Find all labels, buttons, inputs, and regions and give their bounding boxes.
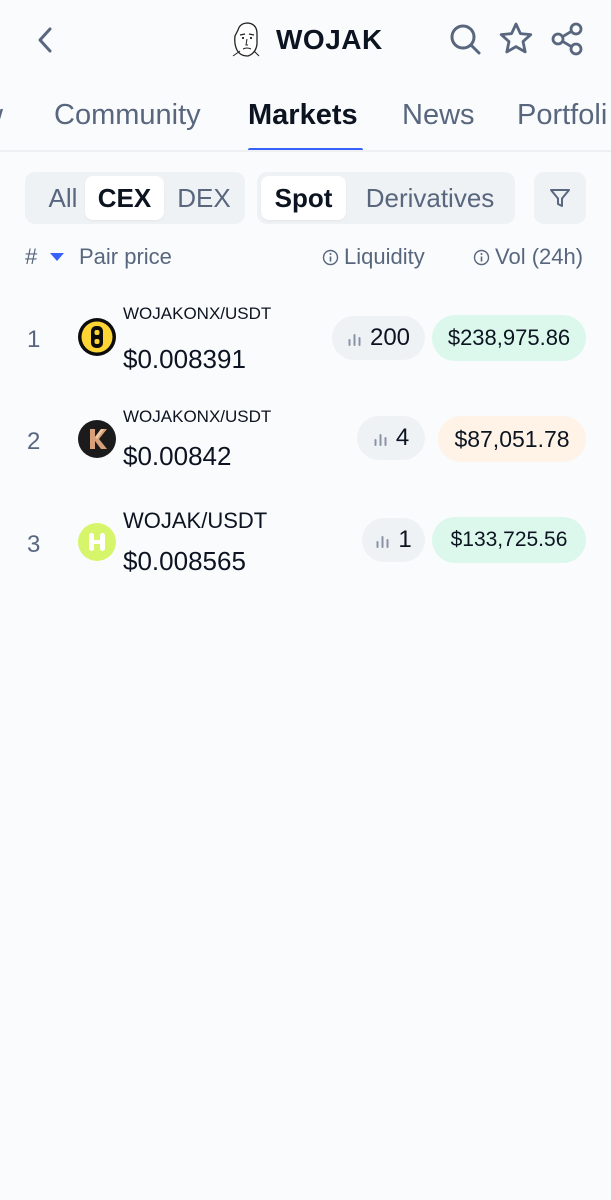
- exchange-k-icon: [78, 420, 116, 458]
- filter-derivatives-button[interactable]: Derivatives: [353, 176, 507, 220]
- liquidity-header-label: Liquidity: [344, 244, 425, 269]
- coin-title: WOJAK: [276, 24, 383, 55]
- row-rank: 3: [27, 531, 41, 558]
- section-tabs: w Community Markets News Portfoli: [0, 82, 611, 152]
- liquidity-column-header[interactable]: Liquidity: [322, 242, 425, 272]
- tab-markets[interactable]: Markets: [248, 99, 358, 132]
- active-tab-indicator: [248, 148, 363, 150]
- market-row-3[interactable]: 3 WOJAK/USDT $0.008565 1 $133,725.56: [0, 494, 611, 590]
- pair-name[interactable]: WOJAKONX/USDT: [123, 407, 271, 427]
- pair-price: $0.00842: [123, 441, 232, 471]
- liquidity-score: 200: [369, 324, 411, 351]
- info-icon[interactable]: [322, 249, 339, 266]
- exchange-bitunix-icon: [78, 318, 116, 356]
- chevron-left-icon: [38, 27, 52, 53]
- liquidity-score: 4: [395, 424, 410, 451]
- top-app-bar: WOJAK: [0, 0, 611, 80]
- pair-price: $0.008391: [123, 344, 246, 374]
- pair-name[interactable]: WOJAK/USDT: [123, 508, 267, 534]
- search-button[interactable]: [446, 20, 484, 58]
- bar-chart-icon: [374, 433, 387, 446]
- filter-all-button[interactable]: All: [33, 176, 93, 220]
- tab-portfolio[interactable]: Portfoli: [517, 99, 607, 132]
- rank-header-label: #: [25, 244, 38, 269]
- exchange-type-segmented-control: All CEX DEX: [25, 172, 245, 224]
- star-icon: [499, 22, 533, 54]
- volume-24h: $87,051.78: [454, 425, 570, 452]
- info-icon[interactable]: [473, 249, 490, 266]
- liquidity-pill[interactable]: 4: [357, 416, 425, 460]
- row-rank: 1: [27, 326, 41, 353]
- back-button[interactable]: [28, 20, 62, 60]
- pair-price: $0.008565: [123, 546, 246, 576]
- volume-header-label: Vol (24h): [495, 244, 584, 269]
- sort-descending-icon: [50, 253, 65, 261]
- row-rank: 2: [27, 428, 41, 455]
- filter-funnel-icon: [550, 189, 570, 207]
- pair-name[interactable]: WOJAKONX/USDT: [123, 304, 271, 324]
- volume-24h: $238,975.86: [447, 325, 571, 350]
- filter-spot-button[interactable]: Spot: [261, 176, 346, 220]
- coin-title-group: WOJAK: [230, 18, 383, 62]
- bar-chart-icon: [348, 333, 361, 346]
- tab-community[interactable]: Community: [54, 99, 201, 132]
- pair-price-header-label: Pair price: [79, 244, 172, 269]
- exchange-h-icon: [78, 523, 116, 561]
- pair-price-column-header: Pair price: [79, 242, 172, 272]
- share-button[interactable]: [548, 20, 586, 58]
- search-icon: [450, 24, 481, 55]
- liquidity-score: 1: [398, 526, 412, 553]
- volume-pill: $238,975.86: [432, 315, 586, 361]
- tab-overview[interactable]: w: [0, 99, 3, 132]
- tab-news[interactable]: News: [402, 99, 475, 132]
- liquidity-pill[interactable]: 200: [332, 316, 425, 360]
- filter-cex-button[interactable]: CEX: [85, 176, 164, 220]
- volume-column-header[interactable]: Vol (24h): [473, 242, 583, 272]
- market-type-segmented-control: Spot Derivatives: [257, 172, 515, 224]
- market-row-1[interactable]: 1 WOJAKONX/USDT $0.008391 200 $238,975.8…: [0, 292, 611, 388]
- rank-column-header[interactable]: #: [25, 242, 65, 272]
- watchlist-star-button[interactable]: [497, 20, 535, 58]
- liquidity-pill[interactable]: 1: [362, 518, 425, 562]
- volume-pill: $133,725.56: [432, 517, 586, 563]
- volume-pill: $87,051.78: [438, 416, 586, 462]
- filter-dex-button[interactable]: DEX: [168, 176, 240, 220]
- volume-24h: $133,725.56: [450, 528, 568, 551]
- bar-chart-icon: [376, 535, 389, 548]
- market-row-2[interactable]: 2 WOJAKONX/USDT $0.00842 4 $87,051.78: [0, 393, 611, 489]
- filter-button[interactable]: [534, 172, 586, 224]
- wojak-face-icon: [230, 20, 262, 60]
- share-icon: [551, 22, 583, 56]
